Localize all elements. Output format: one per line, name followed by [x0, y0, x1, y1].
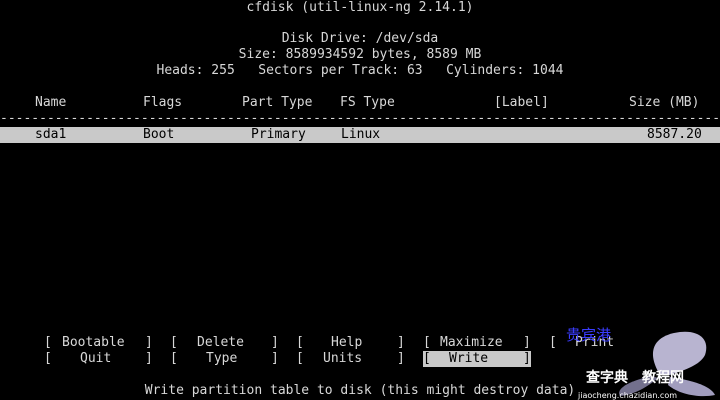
column-header-part-type: Part Type [242, 95, 313, 110]
bracket-left: [ [296, 335, 304, 350]
bracket-left: [ [296, 351, 304, 366]
column-header-fs-type: FS Type [340, 95, 395, 110]
disk-geometry-line: Heads: 255 Sectors per Track: 63 Cylinde… [156, 63, 564, 78]
watermark-cn-text: 查字典 [586, 370, 628, 386]
bracket-left: [ [549, 335, 557, 350]
watermark-cn-text-2: 教程网 [642, 370, 684, 386]
watermark-url-text: jiaocheng.chazidian.com [578, 391, 678, 400]
disk-drive-line: Disk Drive: /dev/sda [281, 31, 439, 46]
bracket-right: ] [523, 335, 531, 350]
bracket-left: [ [44, 351, 52, 366]
partition-size: 8587.20 [647, 127, 702, 142]
partition-name: sda1 [35, 127, 67, 142]
watermark-logo: 贵宾港 查字典 教程网 jiaocheng.chazidian.com [560, 326, 720, 400]
menu-units[interactable]: Units [323, 351, 362, 367]
bracket-right: ] [271, 351, 279, 366]
menu-bootable[interactable]: Bootable [62, 335, 125, 351]
bracket-left: [ [423, 335, 431, 350]
column-header-label: [Label] [494, 95, 549, 110]
menu-quit[interactable]: Quit [80, 351, 111, 367]
menu-write: Write [449, 351, 489, 366]
bracket-left: [ [170, 335, 178, 350]
partition-type: Primary [251, 127, 306, 142]
menu-type[interactable]: Type [206, 351, 237, 367]
bracket-right: ] [397, 335, 405, 350]
bracket-right: ] [145, 335, 153, 350]
menu-write-selected[interactable]: [Write] [423, 351, 531, 367]
menu-help[interactable]: Help [331, 335, 362, 351]
app-title: cfdisk (util-linux-ng 2.14.1) [246, 0, 474, 15]
bracket-left: [ [44, 335, 52, 350]
bracket-left: [ [170, 351, 178, 366]
partition-fs-type: Linux [341, 127, 381, 142]
watermark-top-text: 贵宾港 [566, 326, 612, 344]
column-header-name: Name [35, 95, 67, 110]
bracket-right: ] [145, 351, 153, 366]
bracket-right: ] [397, 351, 405, 366]
menu-delete[interactable]: Delete [197, 335, 244, 351]
disk-size-line: Size: 8589934592 bytes, 8589 MB [238, 47, 482, 62]
terminal-screen: cfdisk (util-linux-ng 2.14.1) Disk Drive… [0, 0, 720, 400]
table-separator: ----------------------------------------… [0, 111, 720, 126]
column-header-flags: Flags [143, 95, 183, 110]
partition-flags: Boot [143, 127, 175, 142]
menu-maximize[interactable]: Maximize [440, 335, 503, 351]
column-header-size: Size (MB) [629, 95, 700, 110]
partition-row-sda1[interactable]: sda1 Boot Primary Linux 8587.20 [0, 127, 720, 143]
bracket-right: ] [271, 335, 279, 350]
